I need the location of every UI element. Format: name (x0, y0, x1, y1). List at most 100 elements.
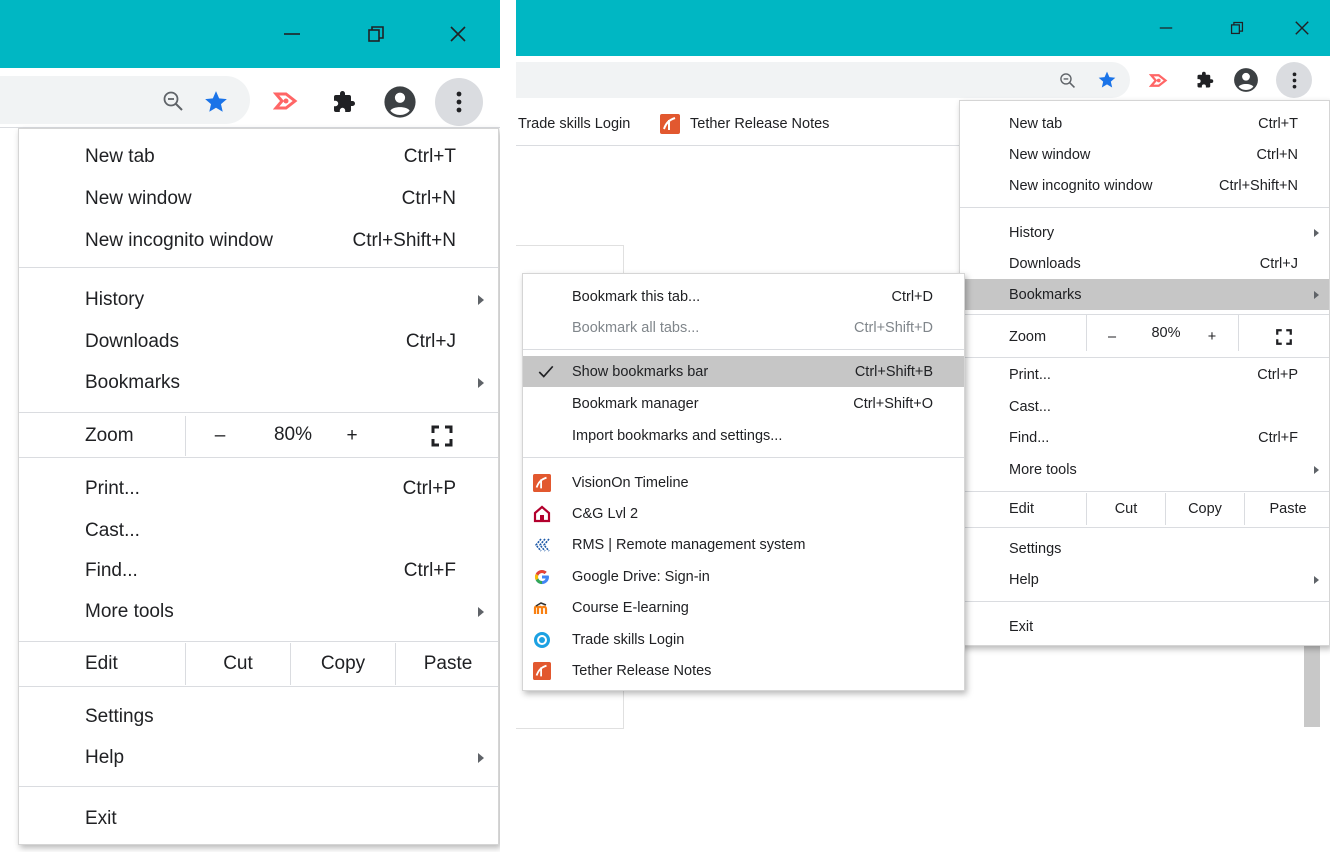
extension-button[interactable] (1146, 68, 1172, 92)
zoom-out-icon (163, 91, 183, 111)
paste-button[interactable]: Paste (396, 653, 500, 675)
chevron-right-icon (478, 378, 484, 388)
bookmark-item-tether-release-notes[interactable]: Tether Release Notes (523, 655, 964, 686)
menu-item-help[interactable]: Help (960, 564, 1329, 595)
menu-item-new-incognito[interactable]: New incognito window Ctrl+Shift+N (960, 170, 1329, 201)
menu-item-print[interactable]: Print... Ctrl+P (19, 468, 498, 510)
menu-separator (19, 267, 498, 268)
zoom-out-button[interactable] (1055, 68, 1079, 92)
profile-button[interactable] (380, 82, 420, 122)
fullscreen-icon (431, 425, 453, 447)
extensions-button[interactable] (1192, 67, 1218, 93)
extension-button[interactable] (270, 86, 304, 116)
restore-icon (1230, 21, 1244, 35)
menu-item-new-incognito[interactable]: New incognito window Ctrl+Shift+N (19, 220, 498, 262)
menu-button[interactable] (1276, 62, 1312, 98)
menu-button[interactable] (435, 78, 483, 126)
minimize-button[interactable] (256, 0, 328, 68)
copy-button[interactable]: Copy (1166, 501, 1244, 517)
bookmark-item-visionon-timeline[interactable]: VisionOn Timeline (523, 467, 964, 498)
menu-item-bookmark-this-tab[interactable]: Bookmark this tab... Ctrl+D (523, 281, 964, 312)
chrome-menu: New tab Ctrl+T New window Ctrl+N New incog… (959, 100, 1330, 646)
chrome-menu: New tab Ctrl+T New window Ctrl+N New incog… (18, 128, 499, 845)
menu-item-exit[interactable]: Exit (19, 798, 498, 840)
copy-button[interactable]: Copy (291, 653, 395, 675)
title-bar (516, 0, 1330, 56)
restore-button[interactable] (340, 0, 412, 68)
menu-item-cast[interactable]: Cast... (960, 391, 1329, 422)
menu-item-history[interactable]: History (19, 279, 498, 321)
menu-item-settings[interactable]: Settings (960, 533, 1329, 564)
menu-item-exit[interactable]: Exit (960, 611, 1329, 642)
cut-button[interactable]: Cut (186, 653, 290, 675)
bookmark-star-button[interactable] (200, 86, 232, 118)
bookmark-item-cg-lvl-2[interactable]: C&G Lvl 2 (523, 498, 964, 529)
menu-item-bookmarks[interactable]: Bookmarks (19, 362, 498, 404)
menu-item-print[interactable]: Print... Ctrl+P (960, 359, 1329, 390)
menu-item-downloads[interactable]: Downloads Ctrl+J (960, 248, 1329, 279)
menu-separator (960, 357, 1329, 358)
title-bar (0, 0, 500, 68)
zoom-out-menu-button[interactable]: – (1100, 329, 1124, 345)
edit-row: Edit Cut Copy Paste (960, 493, 1329, 525)
kebab-menu-icon (1292, 71, 1296, 89)
menu-item-import-bookmarks[interactable]: Import bookmarks and settings... (523, 420, 964, 451)
menu-item-new-window[interactable]: New window Ctrl+N (960, 139, 1329, 170)
menu-item-bookmarks[interactable]: Bookmarks (960, 279, 1329, 310)
zoom-out-menu-button[interactable]: – (205, 425, 235, 447)
close-button[interactable] (1274, 0, 1330, 56)
zoom-out-button[interactable] (158, 86, 188, 116)
bookmark-star-icon (205, 91, 227, 112)
menu-item-find[interactable]: Find... Ctrl+F (960, 422, 1329, 453)
menu-item-new-window[interactable]: New window Ctrl+N (19, 178, 498, 220)
bookmark-item-course-elearning[interactable]: Course E-learning (523, 592, 964, 623)
fullscreen-icon (1276, 328, 1292, 345)
fullscreen-button[interactable] (1266, 328, 1302, 346)
extension-arrow-icon (273, 92, 298, 110)
menu-item-more-tools[interactable]: More tools (19, 591, 498, 633)
minimize-icon (1159, 27, 1173, 29)
chevron-right-icon (1314, 290, 1319, 299)
zoom-in-menu-button[interactable]: + (1200, 329, 1224, 345)
menu-separator (960, 527, 1329, 528)
menu-item-cast[interactable]: Cast... (19, 510, 498, 552)
bookmark-item-google-drive[interactable]: Google Drive: Sign-in (523, 561, 964, 592)
menu-item-downloads[interactable]: Downloads Ctrl+J (19, 321, 498, 363)
bookmark-star-button[interactable] (1094, 67, 1120, 93)
zoom-in-menu-button[interactable]: + (337, 425, 367, 447)
chevron-right-icon (478, 295, 484, 305)
bookmark-bar-item-tether[interactable]: Tether Release Notes (660, 111, 829, 137)
menu-item-more-tools[interactable]: More tools (960, 454, 1329, 485)
close-button[interactable] (422, 0, 494, 68)
address-bar[interactable] (516, 62, 1130, 98)
menu-item-settings[interactable]: Settings (19, 696, 498, 738)
zoom-row: Zoom – 80% + (19, 416, 498, 456)
menu-item-show-bookmarks-bar[interactable]: Show bookmarks bar Ctrl+Shift+B (523, 356, 964, 387)
kebab-menu-icon (456, 91, 462, 113)
edit-row: Edit Cut Copy Paste (19, 643, 498, 685)
menu-separator (19, 641, 498, 642)
bookmark-bar-item-trade-skills[interactable]: Trade skills Login (518, 111, 630, 137)
menu-item-history[interactable]: History (960, 217, 1329, 248)
scrollbar[interactable] (1304, 645, 1320, 727)
menu-item-help[interactable]: Help (19, 737, 498, 779)
menu-item-new-tab[interactable]: New tab Ctrl+T (960, 108, 1329, 139)
menu-item-bookmark-all-tabs: Bookmark all tabs... Ctrl+Shift+D (572, 319, 933, 336)
restore-button[interactable] (1209, 0, 1265, 56)
menu-item-bookmark-manager[interactable]: Bookmark manager Ctrl+Shift+O (523, 388, 964, 419)
target-circle-icon (534, 631, 550, 648)
profile-button[interactable] (1230, 64, 1262, 96)
paste-button[interactable]: Paste (1245, 501, 1330, 517)
restore-icon (368, 26, 384, 42)
menu-item-find[interactable]: Find... Ctrl+F (19, 550, 498, 592)
extensions-button[interactable] (328, 86, 360, 118)
fullscreen-button[interactable] (422, 424, 462, 448)
menu-separator (523, 457, 964, 458)
bookmark-item-rms[interactable]: RMS | Remote management system (523, 529, 964, 560)
menu-separator (960, 491, 1329, 492)
bookmark-item-trade-skills[interactable]: Trade skills Login (523, 624, 964, 655)
minimize-button[interactable] (1138, 0, 1194, 56)
close-icon (450, 26, 466, 42)
cut-button[interactable]: Cut (1087, 501, 1165, 517)
menu-item-new-tab[interactable]: New tab Ctrl+T (19, 136, 498, 178)
